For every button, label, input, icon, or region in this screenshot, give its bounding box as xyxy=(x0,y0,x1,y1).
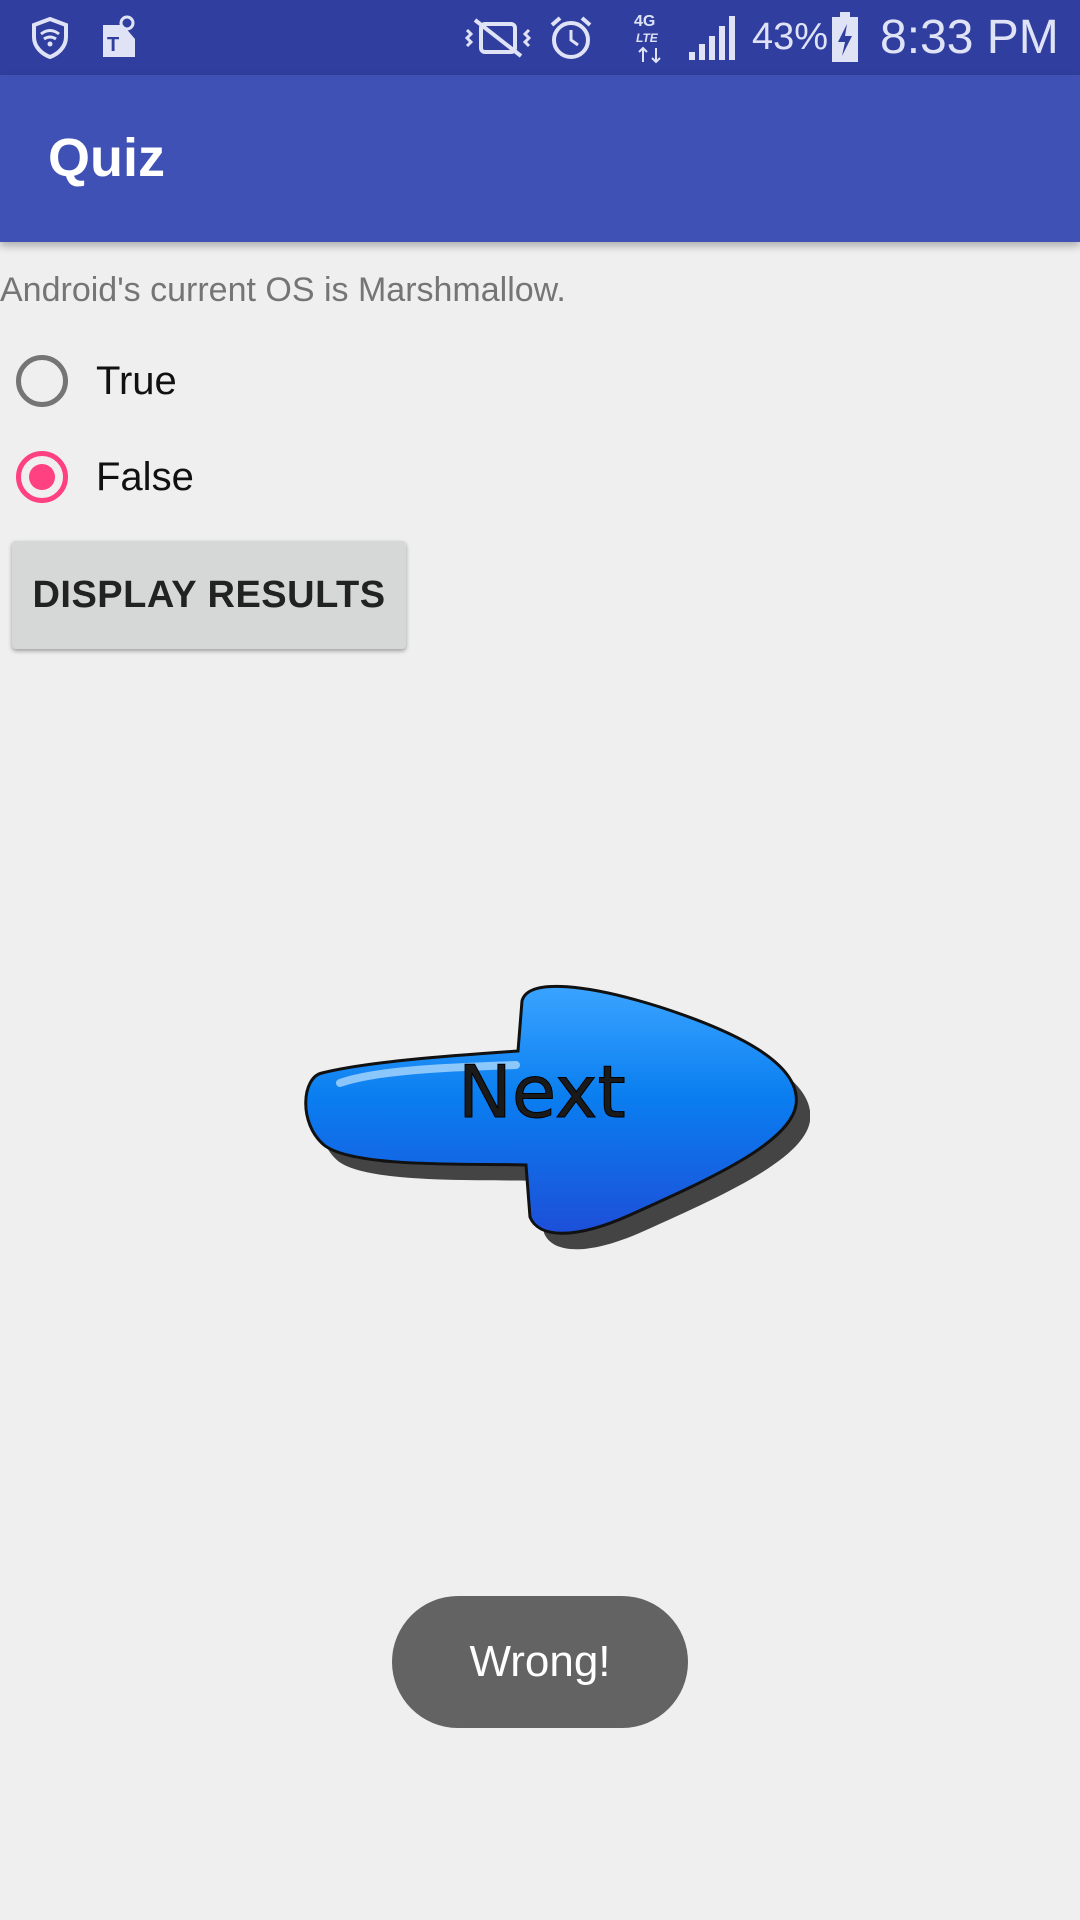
svg-text:LTE: LTE xyxy=(636,31,659,45)
option-false-label[interactable]: False xyxy=(96,455,194,500)
signal-icon xyxy=(686,0,738,75)
next-button[interactable]: Next xyxy=(290,955,811,1275)
option-false[interactable]: False xyxy=(16,442,194,512)
display-results-button[interactable]: DISPLAY RESULTS xyxy=(12,541,406,649)
option-true-label[interactable]: True xyxy=(96,359,177,404)
radio-true[interactable] xyxy=(16,355,68,407)
next-text: Next xyxy=(458,1050,626,1134)
svg-text:4G: 4G xyxy=(634,13,655,30)
tmobile-icon: T xyxy=(96,0,142,75)
app-title: Quiz xyxy=(48,128,165,188)
clock: 8:33 PM xyxy=(880,11,1059,64)
status-bar: T 4G LTE 43% 8:33 PM xyxy=(0,0,1080,75)
option-true[interactable]: True xyxy=(16,346,177,416)
next-arrow-icon: Next xyxy=(304,984,811,1250)
radio-false[interactable] xyxy=(16,451,68,503)
shield-wifi-icon xyxy=(28,0,72,75)
app-bar: Quiz xyxy=(0,75,1080,242)
toast-message: Wrong! xyxy=(392,1596,688,1728)
vibrate-icon xyxy=(462,0,534,75)
lte-4g-icon: 4G LTE xyxy=(630,0,670,75)
svg-text:T: T xyxy=(107,34,119,56)
alarm-icon xyxy=(548,0,594,75)
battery-percent: 43% xyxy=(752,16,829,58)
question-text: Android's current OS is Marshmallow. xyxy=(0,271,566,309)
battery-charging-icon xyxy=(828,0,862,75)
